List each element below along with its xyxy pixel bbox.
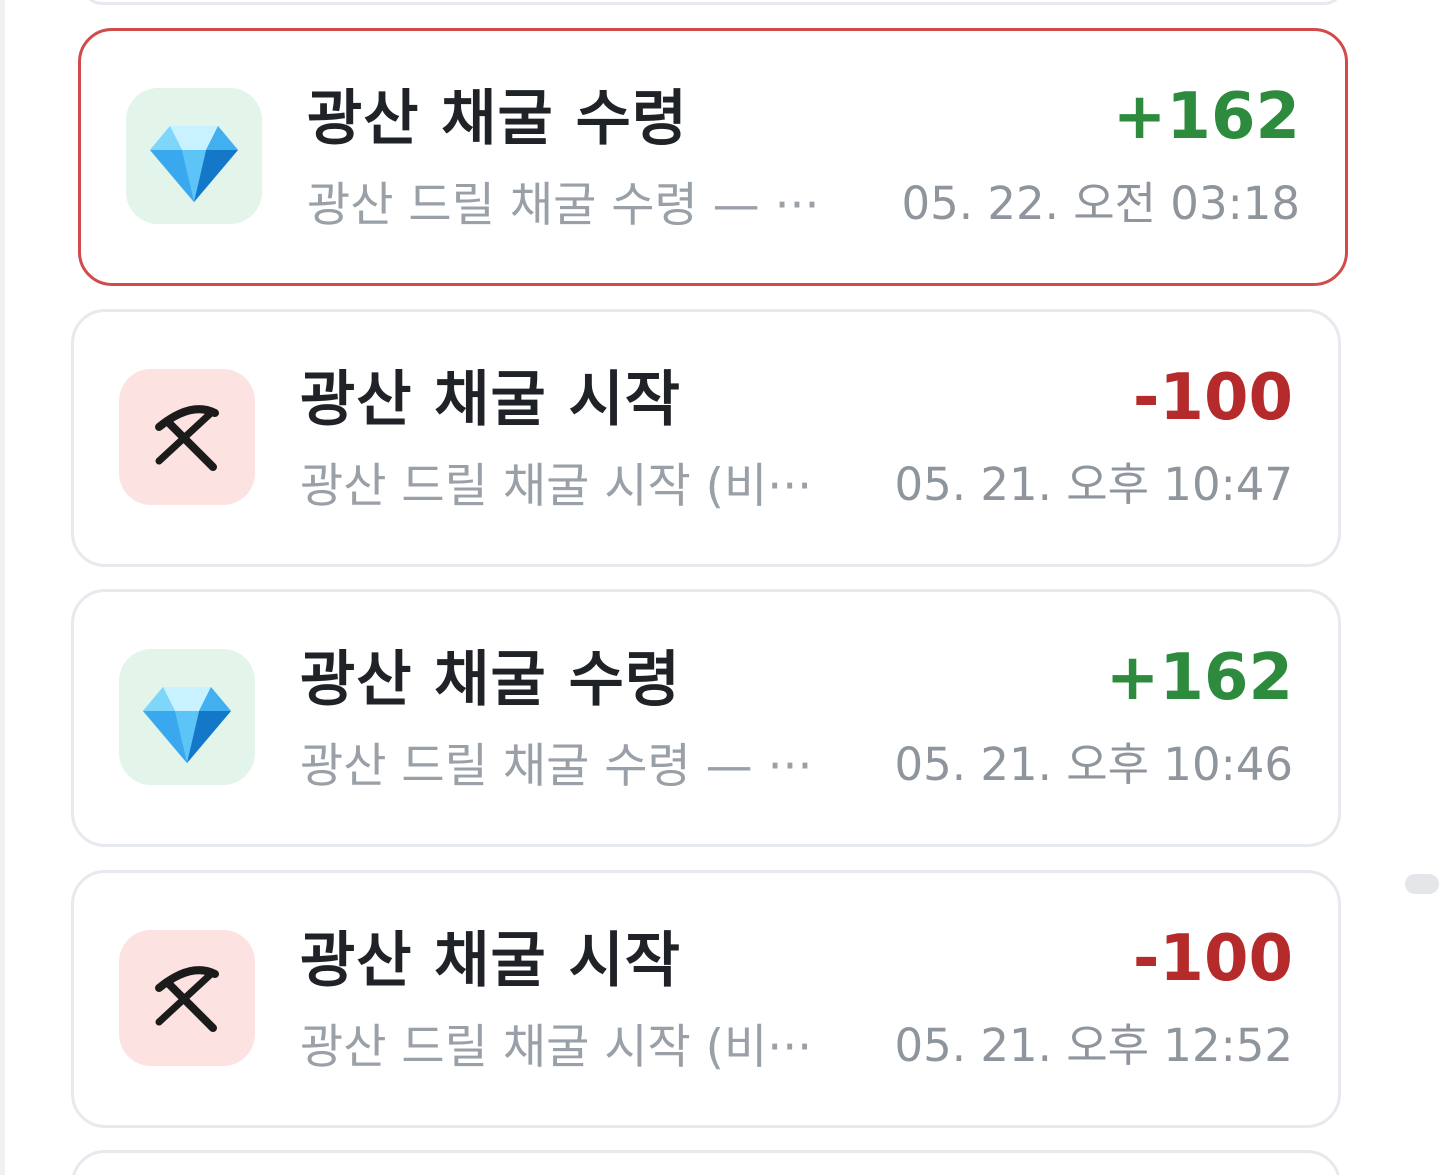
transaction-card[interactable]: 광산 채굴 시작 광산 드릴 채굴 시작 (비··· -100 05. 21. … (71, 870, 1341, 1128)
transaction-description: 광산 드릴 채굴 수령 — ··· (300, 739, 813, 794)
transaction-card[interactable]: 광산 채굴 수령 광산 드릴 채굴 수령 — ··· +162 05. 21. … (71, 589, 1341, 847)
transaction-time: 05. 21. 오후 12:52 (894, 1019, 1293, 1072)
transaction-title: 광산 채굴 수령 (300, 645, 681, 715)
transaction-card[interactable]: 광산 채굴 시작 광산 드릴 채굴 시작 (비··· -100 05. 21. … (71, 309, 1341, 567)
transaction-title: 광산 채굴 시작 (300, 926, 681, 996)
transaction-amount: +162 (1112, 80, 1300, 154)
scrollbar-thumb[interactable] (1405, 874, 1439, 894)
transaction-description: 광산 드릴 채굴 수령 — ··· (307, 178, 820, 233)
left-edge-divider (0, 0, 5, 1175)
pickaxe-icon (119, 369, 255, 505)
transaction-amount: +162 (1105, 641, 1293, 715)
transaction-description: 광산 드릴 채굴 시작 (비··· (300, 1020, 813, 1075)
transaction-description: 광산 드릴 채굴 시작 (비··· (300, 459, 813, 514)
transaction-card[interactable]: 광산 채굴 수령 광산 드릴 채굴 수령 — ··· +162 05. 22. … (78, 28, 1348, 286)
transaction-time: 05. 21. 오후 10:46 (894, 738, 1293, 791)
pickaxe-icon (119, 930, 255, 1066)
transaction-list-screen: 광산 채굴 수령 광산 드릴 채굴 수령 — ··· +162 05. 22. … (0, 0, 1439, 1175)
transaction-time: 05. 22. 오전 03:18 (901, 177, 1300, 230)
transaction-card-partial-top[interactable] (80, 0, 1346, 5)
transaction-time: 05. 21. 오후 10:47 (894, 458, 1293, 511)
diamond-icon (126, 88, 262, 224)
diamond-icon (119, 649, 255, 785)
transaction-card-partial-bottom[interactable] (71, 1150, 1341, 1175)
transaction-amount: -100 (1132, 361, 1293, 435)
transaction-amount: -100 (1132, 922, 1293, 996)
transaction-title: 광산 채굴 수령 (307, 84, 688, 154)
transaction-title: 광산 채굴 시작 (300, 365, 681, 435)
